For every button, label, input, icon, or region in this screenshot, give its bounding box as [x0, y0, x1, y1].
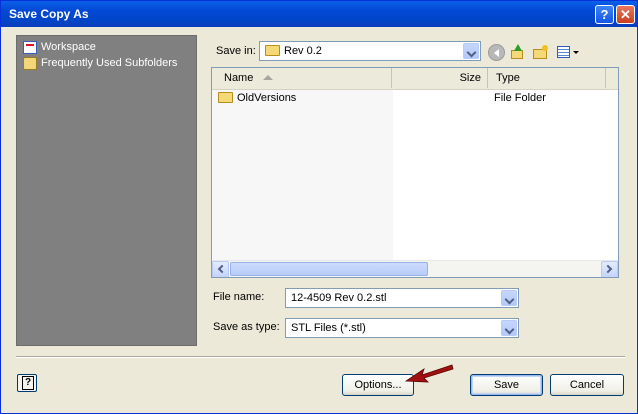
scroll-right-icon[interactable] [601, 261, 618, 277]
folder-icon [218, 92, 233, 103]
back-icon[interactable] [488, 44, 505, 61]
name-column-highlight [212, 90, 393, 261]
file-name-field[interactable]: 12-4509 Rev 0.2.stl [285, 288, 519, 308]
save-as-type-label: Save as type: [213, 321, 280, 333]
window-title: Save Copy As [9, 7, 89, 21]
column-header-size[interactable]: Size [392, 68, 488, 88]
save-in-dropdown[interactable]: Rev 0.2 [259, 41, 481, 61]
close-button[interactable]: ✕ [616, 5, 635, 24]
save-as-type-value: STL Files (*.stl) [291, 322, 366, 334]
title-bar[interactable]: Save Copy As ? ✕ [1, 1, 637, 27]
chevron-down-icon[interactable] [501, 290, 517, 306]
chevron-down-icon[interactable] [501, 320, 517, 336]
annotation-arrow-icon [404, 364, 454, 383]
cancel-button[interactable]: Cancel [550, 374, 624, 396]
scroll-left-icon[interactable] [212, 261, 229, 277]
help-title-button[interactable]: ? [595, 5, 614, 24]
horizontal-scrollbar[interactable] [212, 260, 618, 277]
up-folder-icon[interactable] [509, 44, 526, 61]
place-item-label: Workspace [41, 41, 96, 53]
chevron-down-icon[interactable] [463, 43, 479, 59]
file-list-header: Name Size Type [212, 68, 618, 90]
file-name-label: File name: [213, 291, 265, 303]
separator [16, 356, 625, 358]
workspace-icon [23, 40, 37, 54]
place-item-frequently-used-subfolders[interactable]: Frequently Used Subfolders [23, 55, 177, 71]
save-copy-as-dialog: Save Copy As ? ✕ Workspace Frequently Us… [0, 0, 638, 414]
list-item-type: File Folder [494, 92, 546, 104]
save-in-value-wrap: Rev 0.2 [265, 45, 322, 57]
folder-icon [265, 45, 280, 56]
column-header-label: Type [496, 72, 520, 84]
file-list[interactable]: Name Size Type OldVersions File Folder [211, 67, 619, 278]
column-header-type[interactable]: Type [488, 68, 606, 88]
views-menu-icon[interactable] [556, 44, 580, 61]
list-item-name-cell: OldVersions [218, 92, 296, 104]
help-icon[interactable] [17, 374, 37, 392]
save-button[interactable]: Save [470, 374, 543, 396]
column-header-name[interactable]: Name [212, 68, 392, 88]
list-item[interactable]: OldVersions File Folder [212, 92, 618, 108]
subfolders-icon [23, 56, 37, 70]
place-item-label: Frequently Used Subfolders [41, 57, 178, 69]
file-name-value: 12-4509 Rev 0.2.stl [291, 292, 387, 304]
scroll-thumb[interactable] [230, 262, 428, 276]
column-header-label: Name [224, 72, 254, 84]
new-folder-icon[interactable] [532, 44, 549, 61]
save-as-type-dropdown[interactable]: STL Files (*.stl) [285, 318, 519, 338]
column-header-label: Size [459, 72, 481, 84]
list-item-name: OldVersions [237, 92, 297, 104]
place-item-workspace[interactable]: Workspace [23, 39, 96, 55]
save-in-value: Rev 0.2 [284, 45, 322, 57]
places-bar: Workspace Frequently Used Subfolders [16, 35, 197, 346]
sort-ascending-icon [263, 75, 274, 80]
save-in-label: Save in: [216, 45, 256, 57]
